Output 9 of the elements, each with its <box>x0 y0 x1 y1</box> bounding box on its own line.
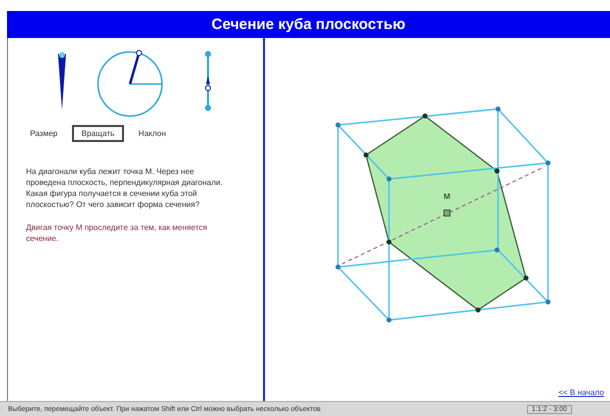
instruction-text: На диагонали куба лежит точка M. Через нее проведена плоскость, перпендикулярная диагонали. Какая фигура получается в сечении куба этой плоскостью? От чего зависит форма сечения? <box>26 166 224 210</box>
control-label: Наклон <box>138 129 166 138</box>
page-title: Сечение куба плоскостью <box>212 16 406 33</box>
instruction-text: Двигая точку M проследите за тем, как меняется сечение. <box>26 222 208 244</box>
point-label: M <box>444 192 450 201</box>
tilt-slider-icon[interactable] <box>202 50 214 112</box>
home-link[interactable]: << В начало <box>558 388 604 397</box>
control-label: Размер <box>30 129 58 138</box>
rotate-button[interactable]: Вращать <box>72 125 124 142</box>
